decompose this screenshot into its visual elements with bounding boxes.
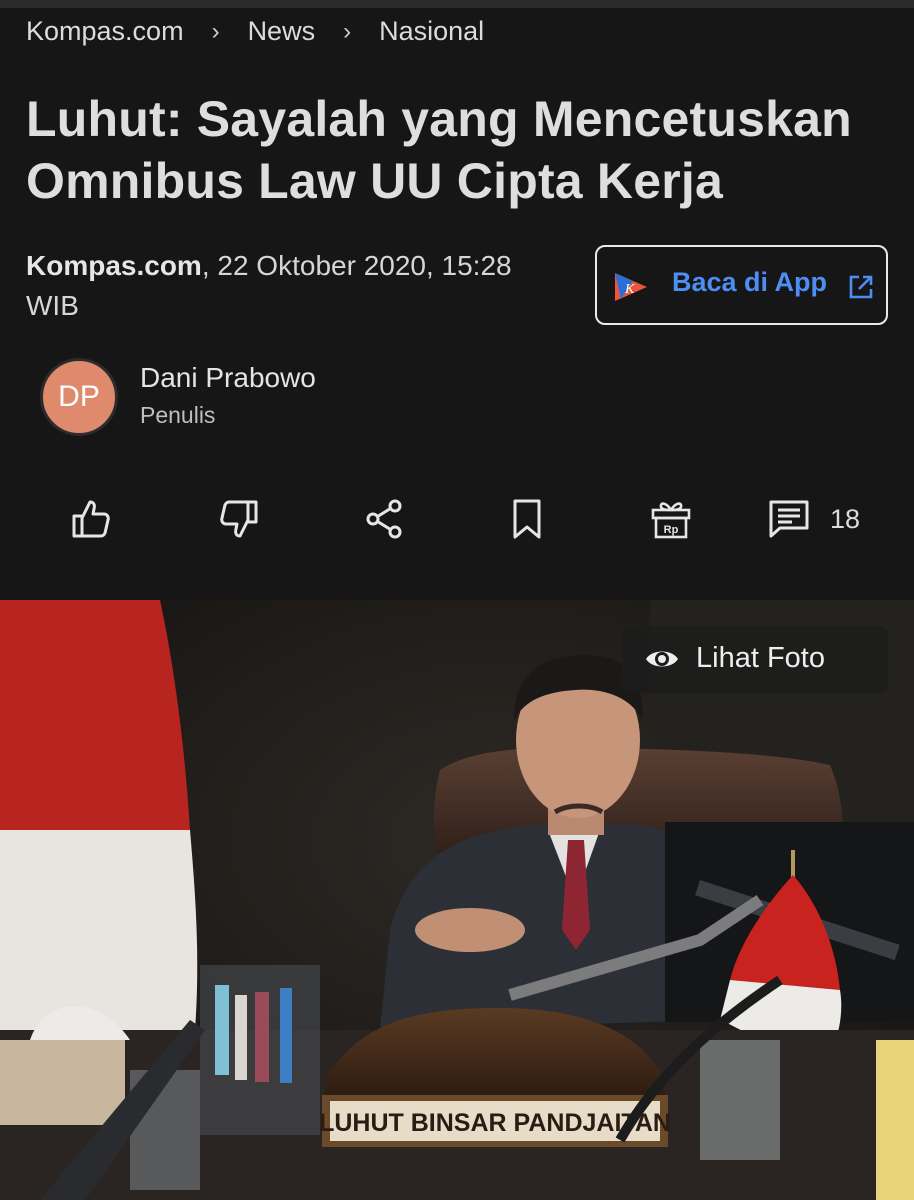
comments-button[interactable] [764,490,814,548]
thumbs-down-icon [220,500,258,538]
external-link-icon [849,275,873,299]
share-button[interactable] [359,490,409,548]
breadcrumb-section[interactable]: News [248,16,316,47]
status-bar-edge [0,0,914,8]
view-photo-button[interactable]: Lihat Foto [622,626,888,693]
like-button[interactable] [66,490,116,548]
gift-icon: Rp [651,502,691,539]
svg-text:Rp: Rp [664,524,679,536]
author-role: Penulis [140,402,216,428]
chevron-right-icon: › [343,17,352,45]
avatar: DP [40,358,118,436]
read-in-app-label: Baca di App [672,267,828,297]
article-title: Luhut: Sayalah yang Mencetuskan Omnibus … [26,88,896,212]
title-line-2: Omnibus Law UU Cipta Kerja [26,153,723,209]
article-source: Kompas.com [26,250,202,281]
article-timezone: WIB [26,290,79,321]
breadcrumb-site[interactable]: Kompas.com [26,16,184,47]
article-date: , 22 Oktober 2020, 15:28 [201,250,512,281]
view-photo-label: Lihat Foto [696,642,825,674]
dislike-button[interactable] [214,490,264,548]
breadcrumb-subsection[interactable]: Nasional [379,16,484,47]
gift-button[interactable]: Rp [646,490,696,548]
eye-icon [646,651,678,667]
svg-text:LUHUT BINSAR PANDJAITAN: LUHUT BINSAR PANDJAITAN [319,1109,671,1137]
comment-icon [769,500,809,538]
thumbs-up-icon [72,500,110,538]
article-meta: Kompas.com, 22 Oktober 2020, 15:28 WIB [26,246,566,326]
svg-text:K: K [624,282,635,297]
author-block[interactable]: DP Dani Prabowo Penulis [40,358,540,438]
comment-count[interactable]: 18 [830,504,860,535]
share-icon [366,499,402,539]
breadcrumb: Kompas.com › News › Nasional [26,16,484,47]
title-line-1: Luhut: Sayalah yang Mencetuskan [26,91,852,147]
bookmark-icon [513,499,541,539]
action-bar: Rp 18 [0,490,914,550]
read-in-app-button[interactable]: K Baca di App [595,245,888,325]
author-name: Dani Prabowo [140,362,316,393]
bookmark-button[interactable] [502,490,552,548]
kompas-app-icon: K [615,273,647,301]
chevron-right-icon: › [211,17,220,45]
